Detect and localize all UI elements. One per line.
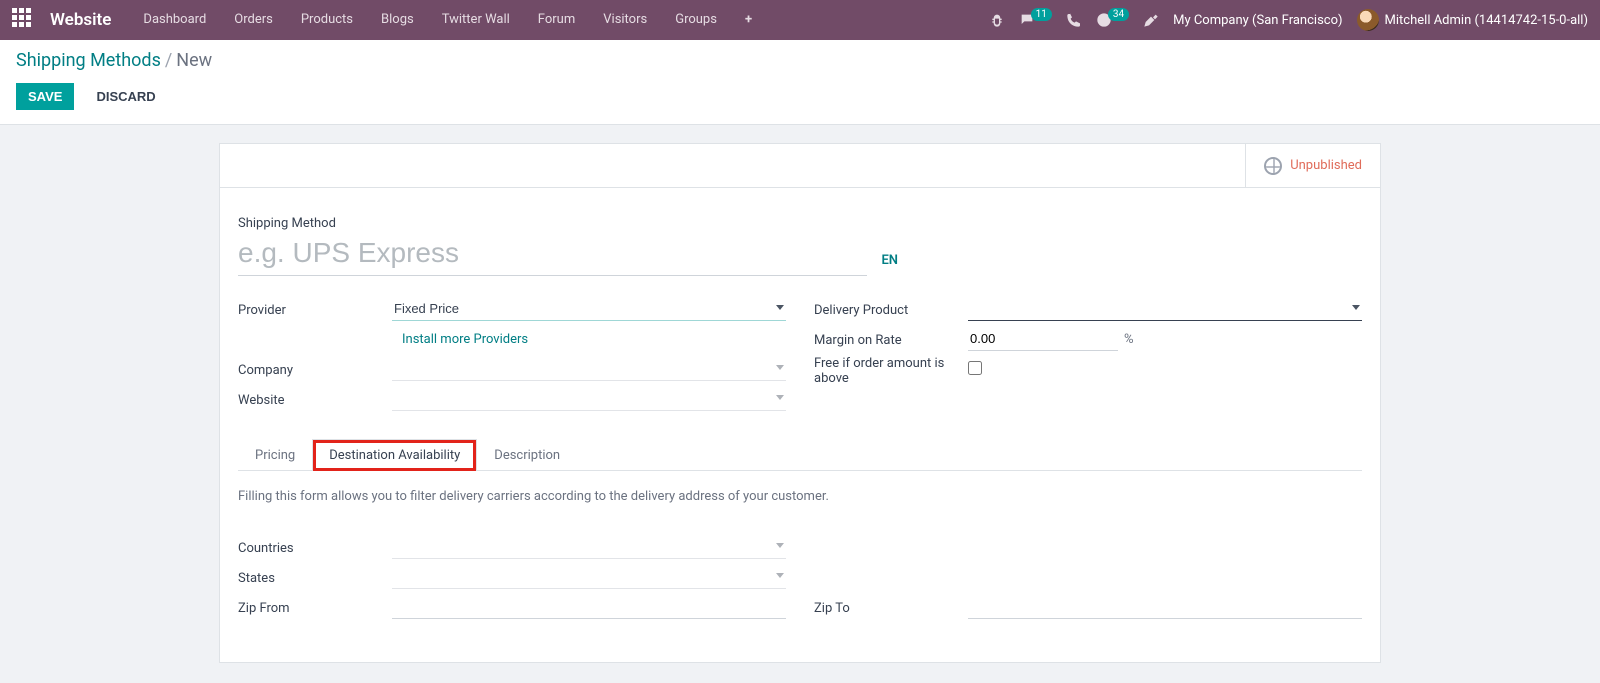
messages-icon[interactable]: 11	[1019, 12, 1052, 28]
margin-input[interactable]	[968, 327, 1118, 351]
free-if-label: Free if order amount is above	[814, 354, 968, 386]
tab-description[interactable]: Description	[477, 439, 577, 471]
zip-to-label: Zip To	[814, 599, 968, 616]
shipping-method-name-input[interactable]	[238, 233, 867, 276]
discard-button[interactable]: DISCARD	[84, 83, 167, 110]
user-name: Mitchell Admin (14414742-15-0-all)	[1385, 13, 1588, 28]
margin-label: Margin on Rate	[814, 331, 968, 348]
phone-icon[interactable]	[1066, 12, 1082, 28]
install-providers-link[interactable]: Install more Providers	[392, 326, 528, 353]
top-navbar: Website Dashboard Orders Products Blogs …	[0, 0, 1600, 40]
breadcrumb-parent[interactable]: Shipping Methods	[16, 50, 161, 71]
status-bar: Unpublished	[219, 143, 1381, 187]
margin-unit: %	[1124, 332, 1134, 347]
activities-badge: 34	[1108, 8, 1129, 21]
states-label: States	[238, 569, 392, 586]
free-if-checkbox[interactable]	[968, 361, 982, 375]
provider-label: Provider	[238, 301, 392, 318]
nav-products[interactable]: Products	[287, 0, 367, 40]
nav-visitors[interactable]: Visitors	[589, 0, 661, 40]
countries-label: Countries	[238, 539, 392, 556]
activities-icon[interactable]: 34	[1096, 12, 1129, 28]
states-select[interactable]	[392, 565, 786, 589]
tab-destination-availability[interactable]: Destination Availability	[312, 439, 477, 471]
save-button[interactable]: SAVE	[16, 83, 74, 110]
company-label: Company	[238, 361, 392, 378]
tab-body-destination: Filling this form allows you to filter d…	[238, 471, 1362, 622]
lang-badge[interactable]: EN	[881, 253, 898, 268]
company-selector[interactable]: My Company (San Francisco)	[1173, 13, 1342, 28]
zip-to-input[interactable]	[968, 595, 1362, 619]
nav-groups[interactable]: Groups	[661, 0, 731, 40]
zip-from-input[interactable]	[392, 595, 786, 619]
globe-icon	[1264, 157, 1282, 175]
tools-icon[interactable]	[1143, 12, 1159, 28]
nav-forum[interactable]: Forum	[524, 0, 589, 40]
nav-blogs[interactable]: Blogs	[367, 0, 428, 40]
title-label: Shipping Method	[238, 216, 1362, 231]
apps-icon[interactable]	[12, 8, 36, 32]
tabs: Pricing Destination Availability Descrip…	[238, 438, 1362, 471]
dest-help-text: Filling this form allows you to filter d…	[238, 489, 1362, 504]
publish-state: Unpublished	[1290, 158, 1362, 173]
brand[interactable]: Website	[50, 10, 111, 30]
nav-twitter-wall[interactable]: Twitter Wall	[428, 0, 524, 40]
main: Unpublished Shipping Method EN Provider	[0, 125, 1600, 663]
zip-from-label: Zip From	[238, 599, 392, 616]
publish-toggle[interactable]: Unpublished	[1245, 144, 1380, 187]
avatar	[1357, 9, 1379, 31]
form-sheet: Shipping Method EN Provider	[219, 187, 1381, 663]
countries-select[interactable]	[392, 535, 786, 559]
breadcrumb-current: New	[176, 50, 212, 71]
delivery-product-select[interactable]	[968, 297, 1362, 321]
nav-orders[interactable]: Orders	[220, 0, 287, 40]
tab-pricing[interactable]: Pricing	[238, 439, 312, 471]
nav-dashboard[interactable]: Dashboard	[129, 0, 220, 40]
website-select[interactable]	[392, 387, 786, 411]
user-menu[interactable]: Mitchell Admin (14414742-15-0-all)	[1357, 9, 1588, 31]
nav-add[interactable]: +	[731, 0, 766, 40]
debug-icon[interactable]	[989, 12, 1005, 28]
messages-badge: 11	[1031, 8, 1052, 21]
website-label: Website	[238, 391, 392, 408]
company-select[interactable]	[392, 357, 786, 381]
control-bar: Shipping Methods/New SAVE DISCARD	[0, 40, 1600, 125]
delivery-product-label: Delivery Product	[814, 301, 968, 318]
provider-select[interactable]	[392, 297, 786, 321]
breadcrumb: Shipping Methods/New	[16, 50, 1584, 71]
